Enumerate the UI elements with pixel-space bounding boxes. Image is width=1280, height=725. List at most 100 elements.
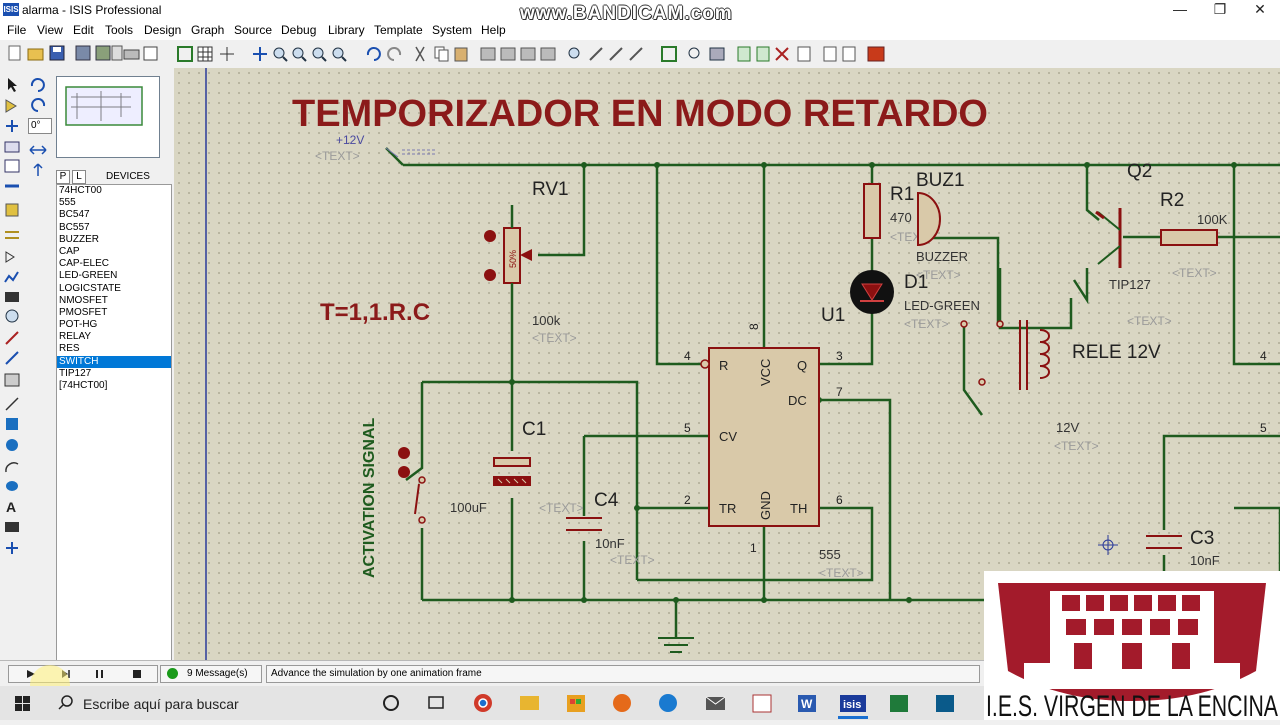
path-tool-icon[interactable] [6, 481, 18, 491]
taskbar-search-input[interactable]: Escribe aquí para buscar [83, 696, 239, 712]
false-origin-icon[interactable] [220, 47, 234, 61]
netlist-icon[interactable] [842, 46, 856, 62]
zoom-in-icon[interactable] [273, 47, 288, 62]
pause-button[interactable] [96, 670, 103, 678]
package-tool-icon[interactable] [609, 47, 623, 61]
menu-source[interactable]: Source [234, 23, 272, 37]
electrical-rule-check-icon[interactable] [823, 46, 837, 62]
paste-icon[interactable] [454, 47, 468, 62]
property-tool-icon[interactable] [709, 47, 725, 61]
list-item[interactable]: RELAY [57, 331, 171, 343]
box-tool-icon[interactable] [6, 418, 18, 430]
pick-devices-tab[interactable]: P [56, 170, 70, 184]
store-icon[interactable] [567, 695, 585, 712]
open-file-icon[interactable] [27, 48, 44, 61]
menu-view[interactable]: View [37, 23, 63, 37]
virtual-instruments-icon[interactable] [4, 373, 20, 387]
u1-555-timer[interactable]: U1 555 <TEXT> R VCC Q DC CV TR GND TH 4 … [684, 305, 864, 580]
junction-dot-icon[interactable] [6, 120, 18, 132]
menu-library[interactable]: Library [328, 23, 365, 37]
list-item[interactable]: POT-HG [57, 319, 171, 331]
import-icon[interactable] [75, 45, 91, 61]
library-manager-tab[interactable]: L [72, 170, 86, 184]
edge-icon[interactable] [659, 694, 677, 712]
tape-recorder-icon[interactable] [5, 292, 19, 302]
relay-12v[interactable]: RELE 12V 12V <TEXT> [960, 320, 1161, 453]
menu-design[interactable]: Design [144, 23, 181, 37]
message-count[interactable]: 9 Message(s) [187, 668, 248, 679]
symbol-tool-icon[interactable] [5, 522, 19, 532]
print-area-icon[interactable] [143, 46, 158, 61]
list-item[interactable]: NMOSFET [57, 295, 171, 307]
marker-tool-icon[interactable] [6, 542, 18, 554]
c3-capacitor[interactable]: C3 10nF [1146, 528, 1220, 568]
app-icon[interactable] [752, 694, 772, 713]
redo-icon[interactable] [387, 47, 402, 61]
excel-icon[interactable] [890, 695, 908, 712]
remove-sheet-icon[interactable] [756, 46, 770, 62]
block-move-icon[interactable] [500, 47, 516, 61]
bill-of-materials-icon[interactable] [797, 46, 811, 62]
list-item[interactable]: BC547 [57, 209, 171, 221]
ares-icon[interactable] [867, 46, 885, 62]
minimize-button[interactable]: — [1160, 0, 1200, 20]
menu-file[interactable]: File [7, 23, 26, 37]
list-item[interactable]: BUZZER [57, 234, 171, 246]
rv1-increment-button[interactable] [484, 230, 496, 242]
selection-mode-icon[interactable] [8, 78, 17, 92]
text-script-icon[interactable] [4, 159, 20, 173]
isis-taskbar-icon[interactable]: isis [838, 695, 868, 719]
zoom-all-icon[interactable] [312, 47, 327, 62]
list-item[interactable]: PMOSFET [57, 307, 171, 319]
power-terminal[interactable]: +12V <TEXT> [315, 133, 436, 163]
make-device-icon[interactable] [589, 47, 603, 61]
search-tag-icon[interactable] [688, 47, 700, 59]
list-item[interactable]: TIP127 [57, 368, 171, 380]
rotate-ccw-icon[interactable] [31, 98, 46, 112]
menu-graph[interactable]: Graph [191, 23, 224, 37]
rotate-cw-icon[interactable] [30, 78, 45, 92]
center-icon[interactable] [253, 47, 267, 61]
close-doc-icon[interactable] [111, 45, 123, 61]
switch-button[interactable] [398, 447, 410, 459]
word-icon[interactable]: W [798, 695, 816, 712]
file-explorer-icon[interactable] [520, 696, 539, 710]
copy-icon[interactable] [434, 46, 449, 62]
app-icon[interactable] [936, 695, 954, 712]
rv1-potentiometer[interactable]: 50% RV1 100k <TEXT> [484, 179, 577, 345]
voltage-probe-icon[interactable] [5, 331, 19, 345]
rotation-input[interactable]: 0° [28, 118, 52, 134]
graph-mode-icon[interactable] [4, 271, 19, 283]
zoom-out-icon[interactable] [292, 47, 307, 62]
pick-device-icon[interactable] [568, 47, 580, 59]
cut-icon[interactable] [415, 46, 425, 62]
chrome-icon[interactable] [474, 694, 492, 712]
arc-tool-icon[interactable] [5, 462, 19, 473]
menu-system[interactable]: System [432, 23, 472, 37]
list-item[interactable]: 74HCT00 [57, 185, 171, 197]
component-mode-icon[interactable] [5, 99, 17, 113]
cortana-icon[interactable] [383, 695, 399, 711]
block-delete-icon[interactable] [540, 47, 556, 61]
subcircuit-icon[interactable] [5, 203, 19, 217]
new-sheet-icon[interactable] [737, 46, 751, 62]
list-item[interactable]: BC557 [57, 222, 171, 234]
list-item[interactable]: CAP-ELEC [57, 258, 171, 270]
circle-tool-icon[interactable] [6, 439, 18, 451]
undo-icon[interactable] [366, 47, 381, 61]
c1-capacitor[interactable]: C1 100uF [450, 419, 546, 515]
r2-resistor[interactable]: R2 100K <TEXT> <TEXT> [1127, 190, 1228, 328]
device-list[interactable]: 74HCT00 555 BC547 BC557 BUZZER CAP CAP-E… [56, 184, 172, 662]
firefox-icon[interactable] [613, 694, 631, 712]
current-probe-icon[interactable] [5, 351, 19, 365]
exit-parent-icon[interactable] [775, 47, 789, 61]
close-button[interactable]: ✕ [1240, 0, 1280, 20]
save-icon[interactable] [49, 45, 65, 61]
line-tool-icon[interactable] [5, 397, 19, 411]
maximize-button[interactable]: ❐ [1200, 0, 1240, 20]
generator-icon[interactable] [5, 309, 19, 323]
menu-help[interactable]: Help [481, 23, 506, 37]
list-item[interactable]: LOGICSTATE [57, 283, 171, 295]
list-item[interactable]: CAP [57, 246, 171, 258]
menu-template[interactable]: Template [374, 23, 423, 37]
